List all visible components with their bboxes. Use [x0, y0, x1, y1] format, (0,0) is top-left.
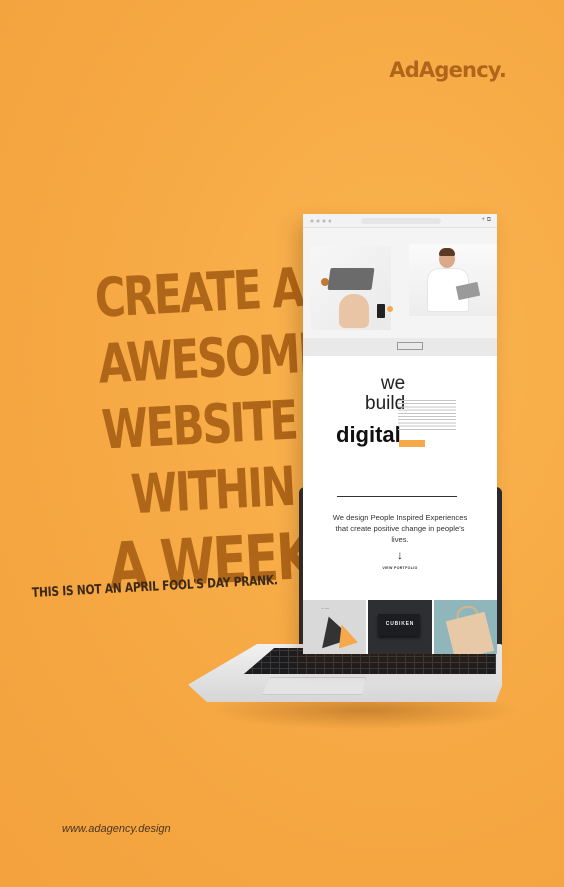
triangle-accent-icon: [332, 621, 358, 649]
workspace-photo: [311, 246, 393, 330]
intro-digital: digital: [336, 422, 401, 447]
paper-bag-icon: [445, 611, 494, 654]
hero-button[interactable]: [397, 342, 423, 350]
intro-we: we: [380, 373, 406, 394]
mission-section: We design People Inspired Experiences th…: [303, 478, 497, 578]
website-url[interactable]: www.adagency.design: [62, 823, 171, 835]
tablet-icon: [455, 281, 481, 301]
brand-logo[interactable]: AdAgency.: [389, 58, 507, 82]
laptop-photo-icon: [327, 268, 375, 290]
website-screen: + ⧉ we build digital We design People In…: [303, 214, 497, 654]
mission-text: We design People Inspired Experiences th…: [332, 513, 468, 544]
hands-photo-icon: [339, 294, 369, 328]
phone-icon: [377, 304, 385, 318]
divider: [337, 496, 457, 497]
portfolio-item-1[interactable]: ~ ~~: [303, 600, 367, 654]
orange-dot-icon: [387, 306, 393, 312]
portfolio-item-3[interactable]: [433, 600, 497, 654]
script-logo-icon: ~ ~~: [321, 606, 330, 611]
cubiken-name: CUBIKEN: [385, 621, 415, 627]
hero-section: [303, 228, 497, 338]
person-photo: [409, 244, 497, 316]
intro-paragraph: [398, 400, 456, 430]
intro-cta-button[interactable]: [399, 440, 425, 447]
portfolio-thumbnails: ~ ~~ CUBIKEN: [303, 600, 497, 654]
window-controls-icon[interactable]: [309, 219, 331, 223]
browser-menu-icon[interactable]: + ⧉: [482, 217, 491, 224]
hero-strip: [303, 338, 497, 356]
person-hair-icon: [439, 248, 455, 256]
laptop-trackpad: [262, 677, 366, 695]
view-portfolio-link[interactable]: VIEW PORTFOLIO: [303, 566, 497, 570]
address-bar[interactable]: [361, 218, 441, 224]
headline: CREATE AN AWESOME WEBSITE WITHIN A WEEK!: [40, 254, 336, 610]
arrow-down-icon: ↓: [397, 548, 403, 562]
intro-section: we build digital: [303, 356, 497, 478]
portfolio-item-2[interactable]: CUBIKEN: [368, 600, 432, 654]
poster: AdAgency. CREATE AN AWESOME WEBSITE WITH…: [0, 0, 564, 887]
browser-toolbar: + ⧉: [303, 214, 497, 228]
